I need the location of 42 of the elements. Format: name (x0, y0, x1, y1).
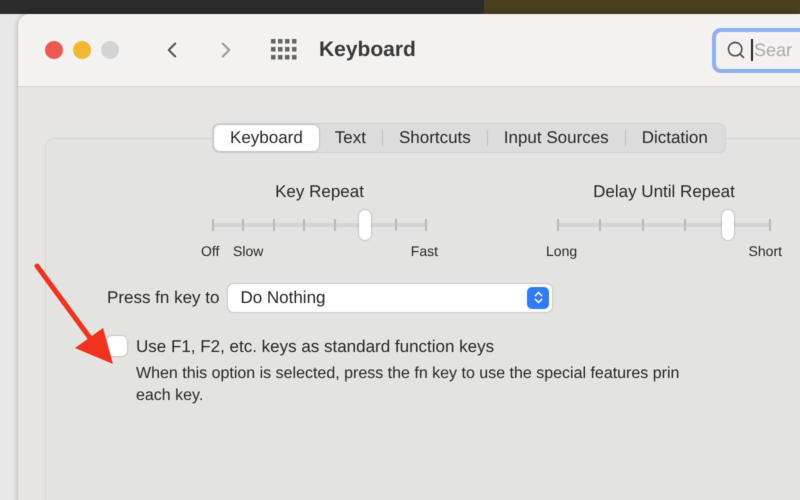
zoom-button[interactable] (101, 41, 119, 59)
tick-mark (425, 218, 427, 230)
search-icon (726, 40, 746, 60)
window-title: Keyboard (319, 37, 416, 64)
dropdown-value: Do Nothing (240, 286, 326, 309)
slider-thumb[interactable] (722, 210, 734, 240)
tick-mark (303, 218, 306, 230)
tick-mark (272, 218, 275, 230)
checkbox[interactable] (107, 336, 127, 356)
tab[interactable]: Shortcuts (382, 125, 487, 151)
tick-mark (334, 218, 336, 230)
tick-mark (769, 218, 771, 230)
tick-mark (212, 218, 214, 230)
slider-label: Long (546, 242, 578, 261)
slider-title: Key Repeat (275, 181, 364, 203)
description-text: When this option is selected, press the fn key to use the special features prin (136, 364, 680, 384)
close-button[interactable] (45, 41, 63, 59)
fn-key-label: Press fn key to (107, 286, 220, 309)
tick-mark (557, 218, 559, 230)
tick-mark (394, 218, 397, 230)
text-cursor (751, 39, 753, 61)
minimize-button[interactable] (73, 41, 91, 59)
tick-mark (242, 218, 244, 230)
tab[interactable]: Input Sources (488, 125, 625, 151)
slider-label: Fast (410, 242, 438, 260)
checkbox-label: Use F1, F2, etc. keys as standard function keys (136, 336, 494, 358)
tick-mark (599, 218, 602, 230)
fn-key-dropdown[interactable]: Do Nothing (228, 284, 552, 312)
stepper-icon (527, 286, 550, 308)
tab[interactable]: Dictation (626, 125, 724, 151)
tick-mark (684, 218, 686, 230)
slider-label: Short (748, 242, 782, 260)
tab[interactable]: Keyboard (214, 125, 319, 151)
description-text: each key. (136, 386, 204, 406)
slider-title: Delay Until Repeat (593, 181, 735, 203)
tab[interactable]: Text (318, 125, 382, 151)
grid-icon[interactable] (271, 39, 297, 61)
tick-mark (642, 218, 644, 230)
search-placeholder: Sear (754, 38, 792, 62)
slider-thumb[interactable] (359, 210, 372, 240)
slider-label: Slow (233, 242, 264, 260)
slider-label: Off (201, 242, 220, 260)
